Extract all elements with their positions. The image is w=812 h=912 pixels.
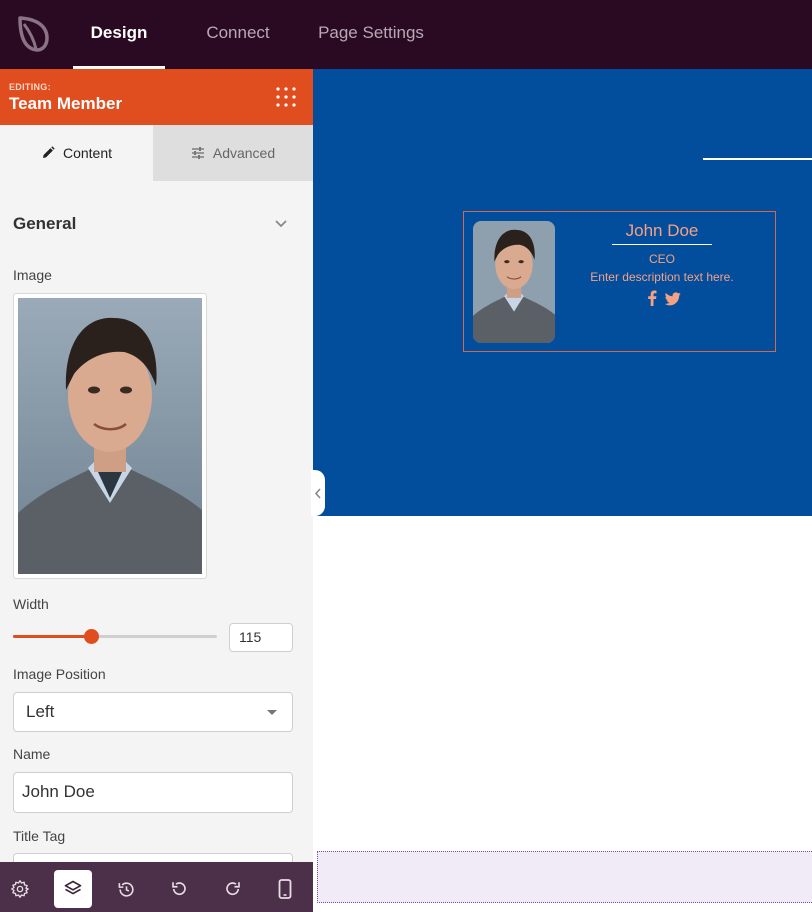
editing-header: EDITING: Team Member [0,69,313,125]
tab-content-label: Content [62,145,113,161]
panel-tabs: Content Advanced [0,125,313,181]
sliders-icon [191,147,204,159]
tab-connect-label: Connect [206,23,270,42]
width-slider-fill [13,635,91,638]
undo-icon [172,882,186,896]
image-label: Image [13,267,52,283]
image-position-select[interactable]: Left [13,692,293,732]
team-member-block[interactable]: John Doe CEO Enter description text here… [463,211,776,352]
editing-title: Team Member [9,94,123,113]
mobile-preview-icon [278,879,292,899]
top-bar: Design Connect Page Settings [0,0,812,69]
chevron-down-icon[interactable] [274,219,288,229]
tab-content[interactable]: Content [0,125,153,181]
bottom-toolbar [0,862,313,912]
redo-button[interactable] [215,871,251,907]
pencil-icon [42,146,55,158]
layers-icon [64,880,82,895]
layers-button[interactable] [54,870,92,908]
settings-button[interactable] [2,871,38,907]
sidebar: EDITING: Team Member Content Advanced Ge… [0,69,313,862]
image-picker[interactable] [13,293,207,579]
editing-caption: EDITING: [9,82,51,92]
name-label: Name [13,746,51,762]
tab-page-settings-label: Page Settings [318,23,424,42]
gear-icon [11,880,29,898]
portrait-image [18,298,202,574]
team-member-description[interactable]: Enter description text here. [562,270,762,284]
width-slider[interactable] [13,629,217,644]
team-member-portrait [473,221,555,343]
tab-design-label: Design [90,23,148,42]
history-button[interactable] [108,871,144,907]
team-member-name[interactable]: John Doe [612,221,712,241]
undo-button[interactable] [161,871,197,907]
tab-page-settings[interactable]: Page Settings [310,0,432,69]
seedprod-logo-icon[interactable] [14,14,52,54]
name-separator [612,244,712,245]
team-member-role[interactable]: CEO [562,252,762,266]
mobile-preview-button[interactable] [267,871,303,907]
image-position-label: Image Position [13,666,106,682]
drop-zone[interactable] [317,851,812,903]
width-number-input[interactable]: 115 [229,623,293,652]
name-input[interactable]: John Doe [13,772,293,813]
divider-line [703,158,812,160]
tab-advanced[interactable]: Advanced [153,125,313,181]
caret-down-icon [267,710,277,715]
tab-advanced-label: Advanced [212,145,276,161]
collapse-sidebar-button[interactable] [311,470,325,516]
team-member-photo [473,221,555,343]
drag-handle-icon[interactable] [275,86,297,108]
redo-icon [226,882,240,896]
title-tag-select[interactable] [13,853,293,862]
tab-connect[interactable]: Connect [193,0,283,69]
section-general-title[interactable]: General [13,214,76,234]
width-label: Width [13,596,49,612]
twitter-icon[interactable] [665,291,681,307]
history-icon [118,881,134,897]
width-slider-handle[interactable] [83,629,99,644]
chevron-left-icon [314,488,321,499]
tab-design[interactable]: Design [73,0,165,69]
title-tag-label: Title Tag [13,828,66,844]
facebook-icon[interactable] [647,290,657,306]
image-position-value: Left [26,702,55,721]
